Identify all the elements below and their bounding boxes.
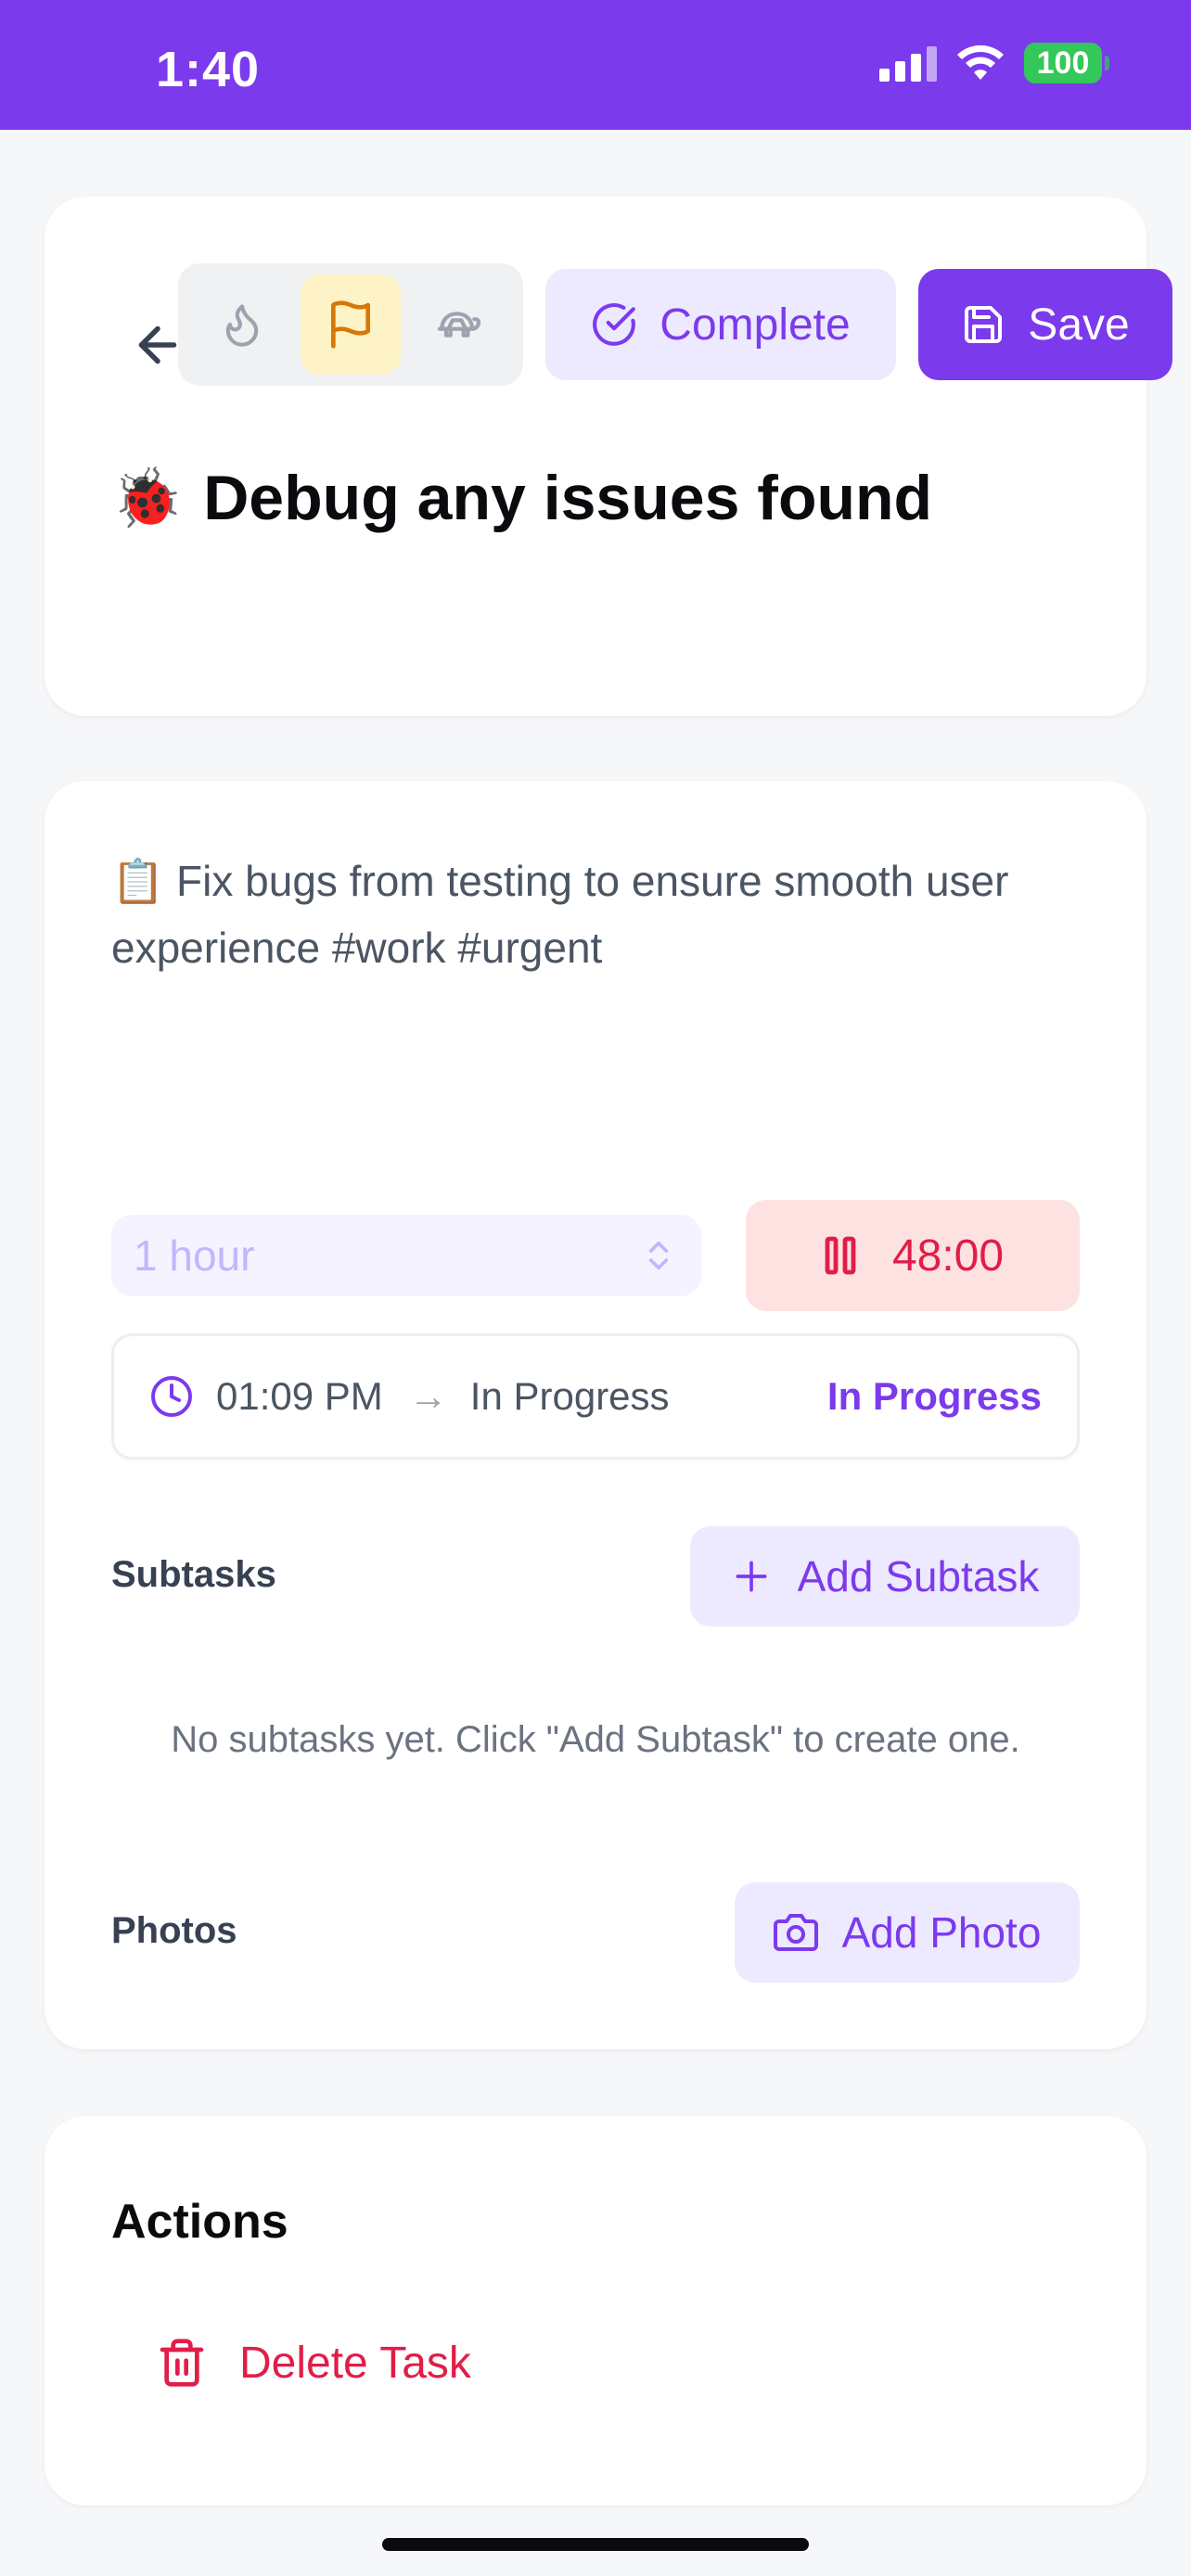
status-time: 1:40	[156, 42, 261, 97]
flag-icon	[330, 300, 370, 349]
battery-icon: 100	[1024, 43, 1109, 83]
priority-medium-button[interactable]	[300, 274, 401, 375]
task-header-card: Complete Save 🐞 Debug any issues found	[45, 197, 1172, 716]
add-photo-button[interactable]: Add Photo	[735, 1882, 1080, 1983]
cellular-signal-icon	[879, 45, 937, 82]
task-title-text: Debug any issues found	[203, 463, 933, 533]
duration-value: 1 hour	[134, 1231, 255, 1280]
subtasks-empty-state: No subtasks yet. Click "Add Subtask" to …	[171, 1719, 1020, 1760]
complete-label: Complete	[660, 300, 851, 350]
priority-high-button[interactable]	[192, 274, 292, 375]
battery-level: 100	[1036, 45, 1090, 81]
status-bar: 1:40 100	[0, 0, 1191, 130]
subtasks-label: Subtasks	[111, 1554, 276, 1595]
trash-icon	[160, 2339, 204, 2387]
save-label: Save	[1028, 300, 1130, 350]
turtle-icon	[438, 312, 481, 338]
timer-value: 48:00	[891, 1231, 1005, 1281]
complete-button[interactable]: Complete	[545, 269, 896, 380]
priority-selector	[178, 263, 523, 386]
save-button[interactable]: Save	[918, 269, 1172, 380]
actions-card: Actions Delete Task	[45, 2116, 1146, 2506]
pause-icon	[825, 1236, 856, 1275]
task-description[interactable]: 📋 Fix bugs from testing to ensure smooth…	[111, 848, 1095, 981]
clock-icon	[151, 1376, 192, 1417]
priority-low-button[interactable]	[409, 274, 509, 375]
chevron-up-down-icon	[648, 1241, 669, 1270]
camera-icon	[773, 1914, 818, 1951]
duration-select[interactable]: 1 hour	[111, 1215, 701, 1296]
title-emoji: 🐞	[111, 465, 184, 530]
home-indicator[interactable]	[382, 2538, 809, 2551]
status-icons: 100	[879, 43, 1109, 83]
check-circle-icon	[593, 303, 636, 346]
timer-pause-button[interactable]: 48:00	[746, 1200, 1080, 1311]
photos-label: Photos	[111, 1910, 237, 1951]
task-title[interactable]: 🐞 Debug any issues found	[111, 462, 932, 534]
wifi-icon	[957, 45, 1004, 80]
save-icon	[965, 306, 1003, 343]
flame-icon	[225, 304, 258, 347]
start-time: 01:09 PM	[216, 1374, 383, 1418]
plus-icon	[736, 1561, 767, 1592]
add-subtask-button[interactable]: Add Subtask	[690, 1526, 1080, 1626]
add-photo-label: Add Photo	[841, 1908, 1042, 1957]
add-subtask-label: Add Subtask	[797, 1552, 1040, 1600]
task-details-card: 📋 Fix bugs from testing to ensure smooth…	[45, 781, 1146, 2049]
status-transition-text: In Progress	[469, 1374, 670, 1418]
status-badge[interactable]: In Progress	[827, 1374, 1042, 1419]
status-history-row: 01:09 PM → In Progress In Progress	[111, 1333, 1080, 1460]
actions-title: Actions	[111, 2195, 288, 2249]
arrow-right-icon: →	[408, 1374, 448, 1418]
delete-task-button[interactable]: Delete Task	[156, 2335, 471, 2391]
arrow-left-icon	[138, 325, 177, 364]
delete-task-label: Delete Task	[239, 2338, 471, 2388]
